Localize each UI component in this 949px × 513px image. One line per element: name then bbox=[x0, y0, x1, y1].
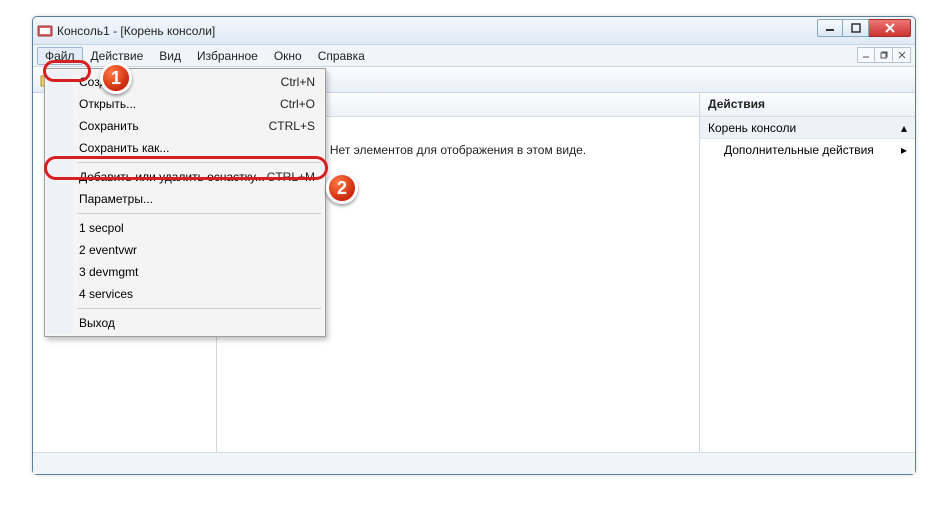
chevron-right-icon: ▸ bbox=[901, 143, 907, 157]
actions-more-label: Дополнительные действия bbox=[724, 143, 874, 157]
menu-item-open[interactable]: Открыть... Ctrl+O bbox=[47, 93, 323, 115]
titlebar[interactable]: Консоль1 - [Корень консоли] bbox=[33, 17, 915, 45]
mdi-close[interactable] bbox=[893, 47, 911, 63]
menu-view[interactable]: Вид bbox=[151, 47, 189, 65]
mdi-buttons bbox=[857, 47, 911, 63]
menu-item-recent-1[interactable]: 1 secpol bbox=[47, 217, 323, 239]
actions-section-label: Корень консоли bbox=[708, 121, 796, 135]
close-button[interactable] bbox=[869, 19, 911, 37]
menu-item-add-remove-snapin[interactable]: Добавить или удалить оснастку... CTRL+M bbox=[47, 166, 323, 188]
actions-more[interactable]: Дополнительные действия ▸ bbox=[700, 139, 915, 161]
menu-separator bbox=[77, 162, 321, 163]
menu-item-recent-4[interactable]: 4 services bbox=[47, 283, 323, 305]
menu-item-recent-2[interactable]: 2 eventvwr bbox=[47, 239, 323, 261]
window-buttons bbox=[817, 19, 911, 37]
window-title: Консоль1 - [Корень консоли] bbox=[57, 24, 215, 38]
menubar: Файл Действие Вид Избранное Окно Справка bbox=[33, 45, 915, 67]
menu-separator bbox=[77, 308, 321, 309]
callout-2: 2 bbox=[326, 172, 358, 204]
menu-item-save[interactable]: Сохранить CTRL+S bbox=[47, 115, 323, 137]
callout-1: 1 bbox=[100, 62, 132, 94]
menu-item-new[interactable]: Создать Ctrl+N bbox=[47, 71, 323, 93]
minimize-button[interactable] bbox=[817, 19, 843, 37]
menu-window[interactable]: Окно bbox=[266, 47, 310, 65]
actions-header: Действия bbox=[700, 93, 915, 117]
actions-section[interactable]: Корень консоли ▴ bbox=[700, 117, 915, 139]
collapse-icon: ▴ bbox=[901, 121, 907, 135]
mdi-restore[interactable] bbox=[875, 47, 893, 63]
maximize-button[interactable] bbox=[843, 19, 869, 37]
menu-favorites[interactable]: Избранное bbox=[189, 47, 266, 65]
actions-pane: Действия Корень консоли ▴ Дополнительные… bbox=[699, 93, 915, 452]
statusbar bbox=[33, 452, 915, 474]
menu-help[interactable]: Справка bbox=[310, 47, 373, 65]
menu-item-params[interactable]: Параметры... bbox=[47, 188, 323, 210]
menu-item-recent-3[interactable]: 3 devmgmt bbox=[47, 261, 323, 283]
mdi-minimize[interactable] bbox=[857, 47, 875, 63]
file-menu-dropdown: Создать Ctrl+N Открыть... Ctrl+O Сохрани… bbox=[44, 68, 326, 337]
app-icon bbox=[37, 23, 53, 39]
menu-separator bbox=[77, 213, 321, 214]
menu-item-exit[interactable]: Выход bbox=[47, 312, 323, 334]
menu-item-saveas[interactable]: Сохранить как... bbox=[47, 137, 323, 159]
menu-file[interactable]: Файл bbox=[37, 47, 83, 65]
